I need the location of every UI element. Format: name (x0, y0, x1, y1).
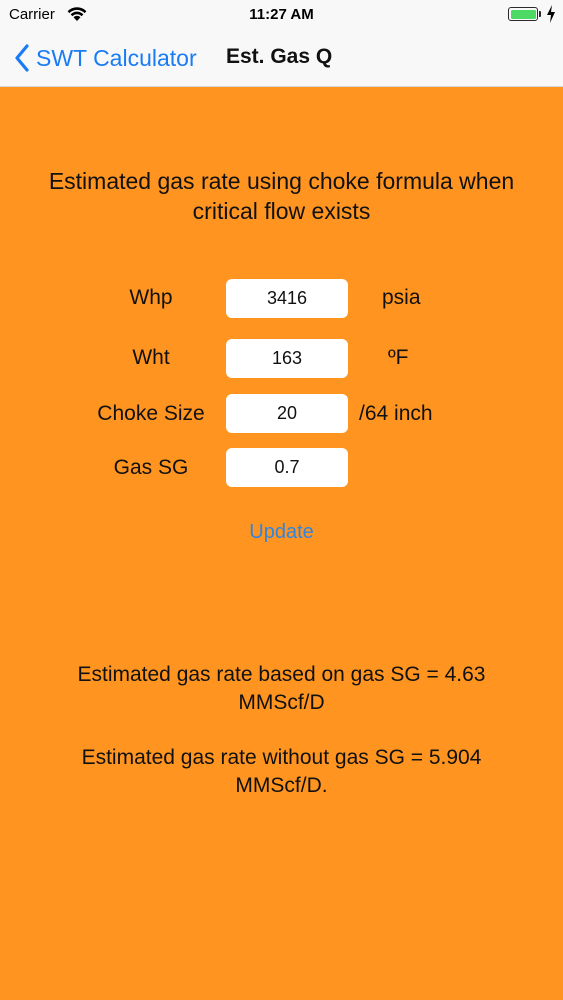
navigation-bar: SWT Calculator Est. Gas Q (0, 30, 563, 87)
status-time: 11:27 AM (249, 6, 314, 23)
charging-bolt-icon (547, 5, 555, 23)
wht-unit: ºF (388, 346, 409, 369)
chevron-left-icon (15, 44, 29, 72)
gas-sg-label: Gas SG (113, 456, 189, 479)
choke-size-label: Choke Size (97, 402, 205, 425)
wht-label: Wht (132, 346, 170, 369)
wht-field[interactable] (226, 339, 348, 378)
result-without-sg: Estimated gas rate without gas SG = 5.90… (81, 746, 482, 797)
result-with-sg: Estimated gas rate based on gas SG = 4.6… (77, 663, 486, 714)
back-button-label: SWT Calculator (36, 44, 197, 71)
battery-tip (539, 11, 541, 17)
whp-label: Whp (129, 286, 173, 309)
back-button[interactable]: SWT Calculator (14, 43, 197, 73)
battery-icon (508, 7, 538, 21)
update-button[interactable]: Update (0, 521, 563, 544)
page-title: Est. Gas Q (226, 45, 333, 68)
whp-unit: psia (382, 286, 421, 309)
choke-size-unit: /64 inch (359, 402, 433, 425)
status-bar: Carrier 11:27 AM (0, 0, 563, 30)
choke-size-field[interactable] (226, 394, 348, 433)
gas-sg-field[interactable] (226, 448, 348, 487)
whp-field[interactable] (226, 279, 348, 318)
description-heading: Estimated gas rate using choke formula w… (48, 168, 515, 224)
